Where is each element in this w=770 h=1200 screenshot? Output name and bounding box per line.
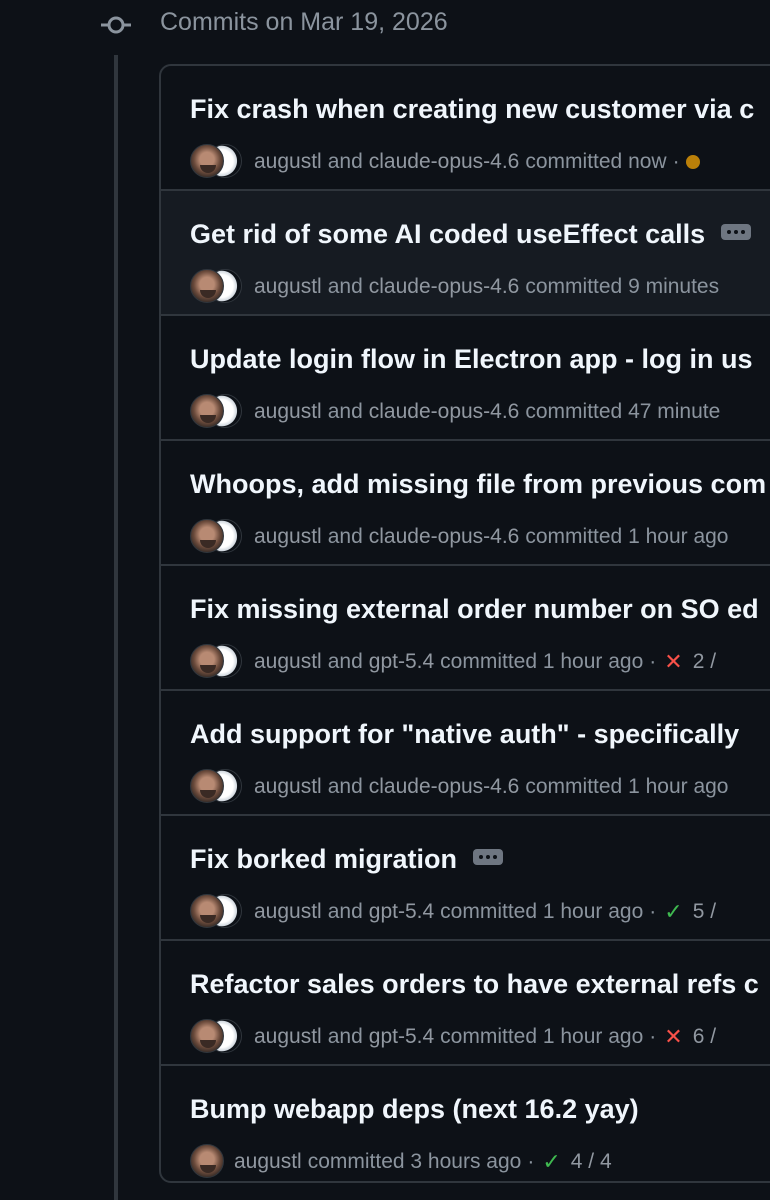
- timeline-line: [114, 55, 118, 1200]
- avatar: [190, 769, 224, 803]
- commit-meta: augustl committed 3 hours ago · ✓ 4 / 4: [190, 1144, 612, 1180]
- and-text: and: [327, 900, 363, 923]
- commit-title-link[interactable]: Fix crash when creating new customer via…: [190, 94, 754, 125]
- commit-meta: augustl and claude-opus-4.6 committed 1 …: [190, 769, 734, 805]
- separator: ·: [649, 900, 657, 923]
- avatar: [190, 394, 224, 428]
- commit-meta: augustl and claude-opus-4.6 committed 9 …: [190, 269, 725, 305]
- and-text: and: [327, 775, 363, 798]
- avatar-stack[interactable]: [190, 769, 244, 805]
- commit-time: committed 1 hour ago: [440, 1025, 644, 1048]
- commit-list: Fix crash when creating new customer via…: [159, 64, 770, 1183]
- failed-checks-icon[interactable]: ✕: [664, 1024, 682, 1050]
- author-link[interactable]: augustl: [254, 900, 322, 924]
- git-commit-icon: [101, 16, 131, 34]
- commit-time: committed 1 hour ago: [440, 650, 644, 673]
- commit-title-link[interactable]: Fix borked migration: [190, 844, 504, 875]
- and-text: and: [327, 400, 363, 423]
- commit-row: Fix crash when creating new customer via…: [161, 66, 770, 191]
- author-link[interactable]: augustl: [254, 275, 322, 299]
- separator: ·: [672, 150, 680, 173]
- coauthor-link[interactable]: gpt-5.4: [369, 1025, 434, 1049]
- coauthor-link[interactable]: claude-opus-4.6: [369, 775, 520, 799]
- checks-count[interactable]: 5 /: [693, 900, 716, 924]
- commit-title-link[interactable]: Whoops, add missing file from previous c…: [190, 469, 766, 500]
- and-text: and: [327, 150, 363, 173]
- coauthor-link[interactable]: gpt-5.4: [369, 650, 434, 674]
- coauthor-link[interactable]: claude-opus-4.6: [369, 275, 520, 299]
- commit-meta: augustl and gpt-5.4 committed 1 hour ago…: [190, 894, 716, 930]
- author-link[interactable]: augustl: [254, 525, 322, 549]
- commit-time: committed 1 hour ago: [525, 775, 729, 798]
- commit-meta: augustl and gpt-5.4 committed 1 hour ago…: [190, 1019, 716, 1055]
- avatar-stack[interactable]: [190, 1019, 244, 1055]
- coauthor-link[interactable]: gpt-5.4: [369, 900, 434, 924]
- avatar: [190, 894, 224, 928]
- commit-row: Bump webapp deps (next 16.2 yay) augustl…: [161, 1066, 770, 1181]
- commit-title-link[interactable]: Refactor sales orders to have external r…: [190, 969, 759, 1000]
- commit-row: Add support for "native auth" - specific…: [161, 691, 770, 816]
- avatar: [190, 144, 224, 178]
- commit-meta: augustl and claude-opus-4.6 committed 47…: [190, 394, 726, 430]
- commit-time: committed 3 hours ago: [307, 1150, 522, 1173]
- commit-row: Get rid of some AI coded useEffect calls…: [161, 191, 770, 316]
- commit-title-link[interactable]: Fix missing external order number on SO …: [190, 594, 759, 625]
- commit-meta: augustl and gpt-5.4 committed 1 hour ago…: [190, 644, 716, 680]
- commit-title-link[interactable]: Bump webapp deps (next 16.2 yay): [190, 1094, 639, 1125]
- commit-title-link[interactable]: Get rid of some AI coded useEffect calls: [190, 219, 752, 250]
- avatar: [190, 1019, 224, 1053]
- commit-row: Whoops, add missing file from previous c…: [161, 441, 770, 566]
- commit-title-link[interactable]: Add support for "native auth" - specific…: [190, 719, 739, 750]
- and-text: and: [327, 650, 363, 673]
- avatar-stack[interactable]: [190, 1144, 224, 1180]
- coauthor-link[interactable]: claude-opus-4.6: [369, 525, 520, 549]
- commit-row: Update login flow in Electron app - log …: [161, 316, 770, 441]
- avatar-stack[interactable]: [190, 394, 244, 430]
- author-link[interactable]: augustl: [254, 650, 322, 674]
- coauthor-link[interactable]: claude-opus-4.6: [369, 150, 520, 174]
- expand-message-button[interactable]: [721, 223, 752, 240]
- commits-day-header: Commits on Mar 19, 2026: [160, 8, 448, 36]
- separator: ·: [649, 1025, 657, 1048]
- commit-time: committed 47 minute: [525, 400, 721, 423]
- author-link[interactable]: augustl: [254, 400, 322, 424]
- checks-count[interactable]: 2 /: [693, 650, 716, 674]
- avatar: [190, 644, 224, 678]
- author-link[interactable]: augustl: [254, 1025, 322, 1049]
- commit-row: Refactor sales orders to have external r…: [161, 941, 770, 1066]
- commit-time: committed 9 minutes: [525, 275, 720, 298]
- author-link[interactable]: augustl: [234, 1150, 302, 1174]
- and-text: and: [327, 275, 363, 298]
- pending-status-icon[interactable]: [685, 155, 700, 169]
- commit-row: Fix borked migration augustl and gpt-5.4…: [161, 816, 770, 941]
- commit-title-link[interactable]: Update login flow in Electron app - log …: [190, 344, 753, 375]
- avatar-stack[interactable]: [190, 144, 244, 180]
- avatar: [190, 519, 224, 553]
- avatar-stack[interactable]: [190, 269, 244, 305]
- avatar: [190, 1144, 224, 1178]
- avatar-stack[interactable]: [190, 894, 244, 930]
- commit-time: committed 1 hour ago: [525, 525, 729, 548]
- author-link[interactable]: augustl: [254, 150, 322, 174]
- and-text: and: [327, 525, 363, 548]
- coauthor-link[interactable]: claude-opus-4.6: [369, 400, 520, 424]
- separator: ·: [649, 650, 657, 673]
- commit-meta: augustl and claude-opus-4.6 committed 1 …: [190, 519, 734, 555]
- avatar-stack[interactable]: [190, 519, 244, 555]
- passed-checks-icon[interactable]: ✓: [664, 899, 682, 925]
- avatar-stack[interactable]: [190, 644, 244, 680]
- passed-checks-icon[interactable]: ✓: [542, 1149, 560, 1175]
- expand-message-button[interactable]: [473, 848, 504, 865]
- separator: ·: [527, 1150, 535, 1173]
- and-text: and: [327, 1025, 363, 1048]
- commit-time: committed now: [525, 150, 667, 173]
- avatar: [190, 269, 224, 303]
- checks-count[interactable]: 4 / 4: [571, 1150, 612, 1174]
- commit-meta: augustl and claude-opus-4.6 committed no…: [190, 144, 700, 180]
- commit-row: Fix missing external order number on SO …: [161, 566, 770, 691]
- checks-count[interactable]: 6 /: [693, 1025, 716, 1049]
- author-link[interactable]: augustl: [254, 775, 322, 799]
- commit-time: committed 1 hour ago: [440, 900, 644, 923]
- failed-checks-icon[interactable]: ✕: [664, 649, 682, 675]
